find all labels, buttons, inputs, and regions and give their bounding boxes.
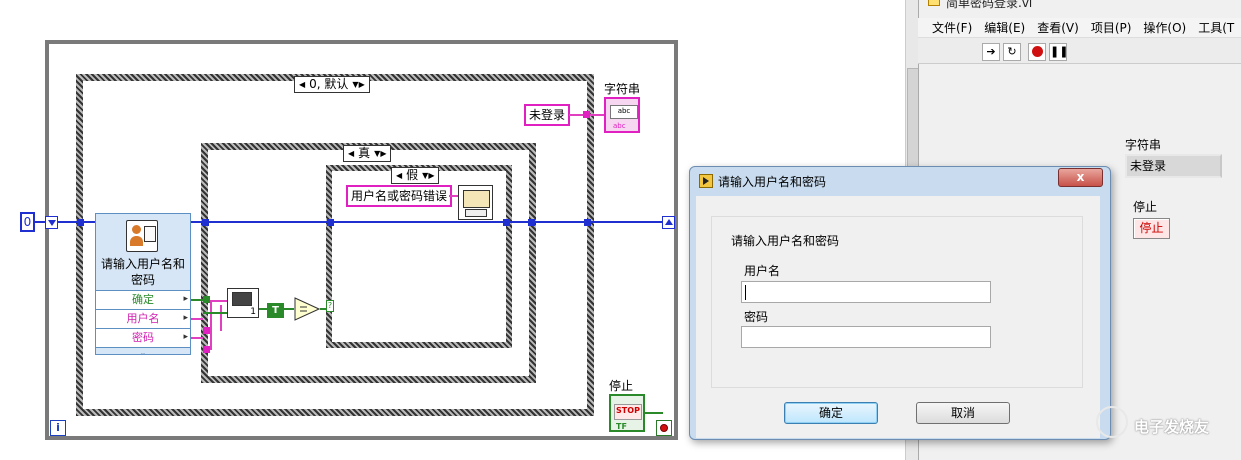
decrement-case-icon[interactable]: ◀: [348, 146, 354, 161]
menu-bar: 文件(F) 编辑(E) 查看(V) 项目(P) 操作(O) 工具(T: [918, 18, 1241, 38]
case-selector-middle-label: 真: [358, 146, 371, 160]
password-label: 密码: [744, 310, 769, 324]
tunnel[interactable]: [528, 219, 535, 226]
string-indicator-label: 字符串: [604, 82, 641, 96]
express-vi-title: 请输入用户名和密码: [100, 257, 185, 287]
username-field[interactable]: [741, 281, 991, 303]
boolean-constant[interactable]: T: [267, 303, 284, 318]
menu-tools[interactable]: 工具(T: [1198, 18, 1234, 37]
shift-register-right[interactable]: [662, 216, 675, 229]
string-constant-logged-out[interactable]: 未登录: [524, 104, 571, 126]
string-constant-error[interactable]: 用户名或密码错误: [346, 185, 453, 207]
string-indicator-glyph: abc: [610, 105, 638, 119]
menu-project[interactable]: 项目(P): [1091, 18, 1132, 37]
tunnel[interactable]: [584, 219, 591, 226]
vi-icon: [928, 0, 940, 6]
case-dropdown-icon[interactable]: ▼▶: [374, 146, 386, 161]
fp-string-label: 字符串: [1125, 138, 1162, 152]
front-panel-title: 简单密码登录.vi: [946, 0, 1033, 10]
string-wire[interactable]: [212, 300, 228, 302]
tunnel[interactable]: [203, 346, 210, 353]
case-dropdown-icon[interactable]: ▼▶: [352, 77, 364, 92]
prompt-user-express-vi[interactable]: 请输入用户名和密码 确定 用户名 密码 ⌄: [95, 213, 191, 358]
case-selector-middle[interactable]: ◀ 真 ▼▶: [343, 145, 392, 162]
case-selector-inner[interactable]: ◀ 假 ▼▶: [391, 167, 440, 184]
case-dropdown-icon[interactable]: ▼▶: [422, 168, 434, 183]
string-wire[interactable]: [210, 300, 212, 350]
pause-icon[interactable]: ❚❚: [1049, 43, 1068, 61]
menu-file[interactable]: 文件(F): [932, 18, 972, 37]
menu-edit[interactable]: 编辑(E): [984, 18, 1025, 37]
boolean-wire[interactable]: [203, 312, 228, 314]
abort-icon[interactable]: [1028, 43, 1046, 61]
watermark-text: 电子发烧友: [1134, 418, 1210, 436]
form-icon: [144, 226, 156, 242]
run-arrow-icon[interactable]: ➔: [982, 43, 1000, 61]
fp-string-indicator: 未登录: [1125, 154, 1222, 178]
boolean-wire[interactable]: [645, 412, 663, 414]
iteration-terminal: i: [50, 420, 66, 436]
close-button[interactable]: x: [1058, 168, 1103, 187]
text-caret: [745, 285, 746, 300]
cancel-button[interactable]: 取消: [916, 402, 1010, 424]
case-selector-outer[interactable]: ◀ 0, 默认 ▼▶: [294, 76, 370, 93]
tunnel[interactable]: [202, 219, 209, 226]
express-output-password[interactable]: 密码: [96, 329, 190, 348]
case-selector-inner-label: 假: [406, 168, 419, 182]
tunnel[interactable]: [77, 219, 84, 226]
fp-stop-label: 停止: [1133, 200, 1158, 214]
tunnel[interactable]: [583, 111, 590, 118]
expand-icon[interactable]: ⌄: [96, 348, 190, 358]
tunnel[interactable]: [203, 327, 210, 334]
toolbar: [918, 38, 1241, 64]
decrement-case-icon[interactable]: ◀: [299, 77, 305, 92]
loop-condition-terminal[interactable]: [656, 420, 672, 436]
compare-index: 1: [250, 307, 256, 317]
dialog-prompt: 请输入用户名和密码: [731, 234, 840, 248]
tunnel[interactable]: [203, 296, 210, 303]
string-type-icon: abc: [613, 122, 626, 130]
watermark-logo: [1096, 406, 1128, 438]
case-selector-outer-label: 0, 默认: [309, 77, 349, 91]
express-output-ok[interactable]: 确定: [96, 291, 190, 310]
dialog-title: 请输入用户名和密码: [718, 175, 827, 189]
username-label: 用户名: [744, 264, 781, 278]
run-continuously-icon[interactable]: ↻: [1003, 43, 1021, 61]
password-field[interactable]: [741, 326, 991, 348]
stop-button-terminal[interactable]: STOP TF: [609, 394, 645, 432]
menu-operate[interactable]: 操作(O): [1143, 18, 1186, 37]
tunnel[interactable]: [503, 219, 510, 226]
string-wire[interactable]: [220, 305, 222, 331]
labview-icon: [699, 174, 713, 188]
shift-register-left[interactable]: [45, 216, 58, 229]
one-button-dialog-icon[interactable]: [458, 185, 493, 220]
decrement-case-icon[interactable]: ◀: [396, 168, 402, 183]
string-indicator-terminal[interactable]: abc abc: [604, 97, 640, 133]
express-output-username[interactable]: 用户名: [96, 310, 190, 329]
stop-tf: TF: [616, 422, 627, 431]
equal-function-icon[interactable]: [294, 297, 320, 321]
compare-strings-vi[interactable]: 1: [227, 288, 259, 318]
stop-glyph: STOP: [614, 404, 642, 420]
string-wire[interactable]: [191, 318, 203, 320]
string-wire[interactable]: [191, 337, 203, 339]
menu-view[interactable]: 查看(V): [1037, 18, 1079, 37]
tunnel[interactable]: [327, 219, 334, 226]
case-selector-terminal[interactable]: ?: [326, 300, 334, 312]
fp-stop-button[interactable]: 停止: [1133, 218, 1170, 239]
numeric-constant[interactable]: 0: [20, 212, 35, 232]
ok-button[interactable]: 确定: [784, 402, 878, 424]
stop-label: 停止: [609, 379, 634, 393]
